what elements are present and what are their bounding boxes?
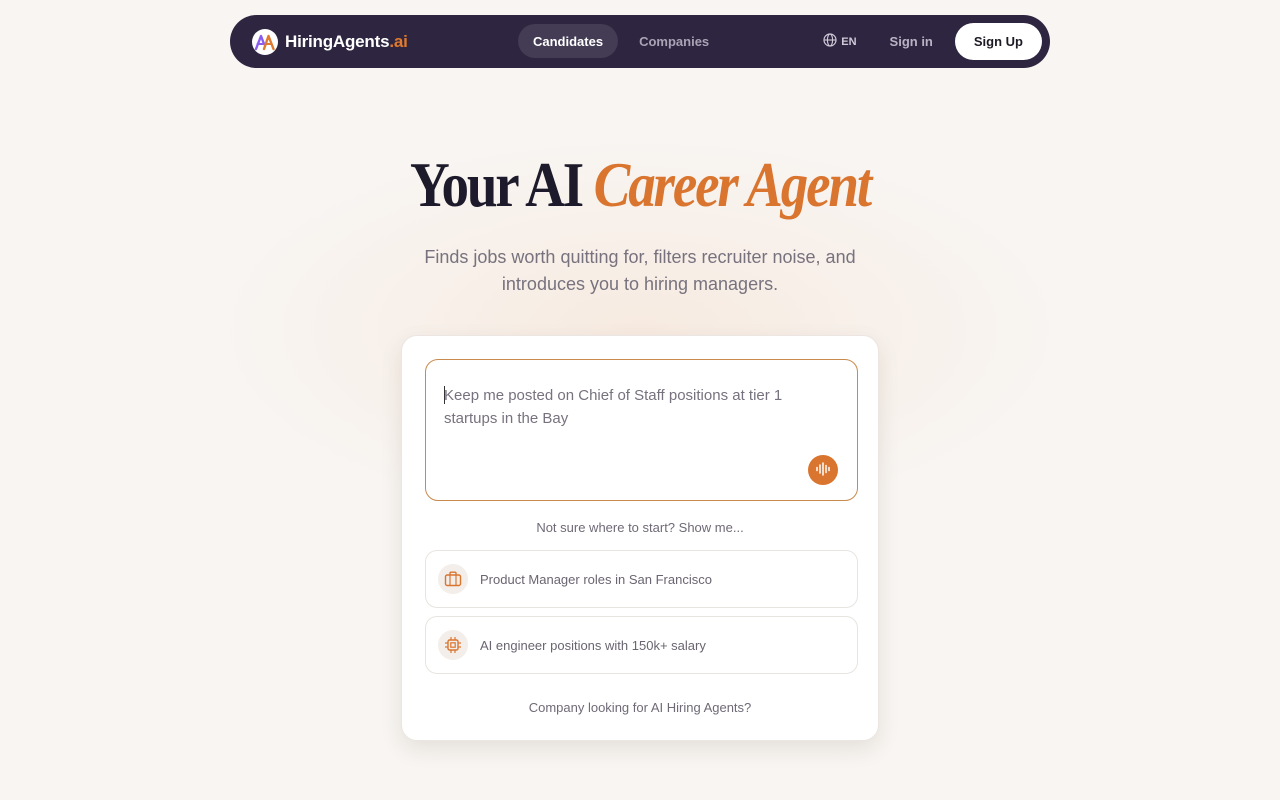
hero-title: Your AI Career Agent	[90, 148, 1191, 222]
hero-title-plain: Your AI	[409, 149, 584, 220]
hero-title-accent: Career Agent	[593, 149, 873, 220]
suggestion-ai-engineer[interactable]: AI engineer positions with 150k+ salary	[425, 616, 858, 674]
company-hiring-link[interactable]: Company looking for AI Hiring Agents?	[402, 700, 878, 715]
language-label: EN	[841, 35, 857, 48]
prompt-placeholder: Keep me posted on Chief of Staff positio…	[444, 387, 783, 427]
suggestion-product-manager[interactable]: Product Manager roles in San Francisco	[425, 550, 858, 608]
chip-icon	[438, 630, 468, 660]
sign-up-button[interactable]: Sign Up	[954, 23, 1042, 60]
globe-icon	[823, 33, 837, 50]
voice-input-button[interactable]	[808, 455, 838, 485]
tab-candidates[interactable]: Candidates	[518, 24, 619, 58]
tab-companies[interactable]: Companies	[624, 24, 724, 58]
ha-logo-icon	[252, 28, 278, 55]
brand-logo-link[interactable]: HiringAgents.ai	[252, 28, 408, 55]
career-prompt-input[interactable]: Keep me posted on Chief of Staff positio…	[425, 359, 858, 501]
top-navbar: HiringAgents.ai Candidates Companies EN …	[230, 15, 1050, 68]
nav-tabs: Candidates Companies	[518, 24, 724, 58]
language-selector[interactable]: EN	[823, 33, 857, 50]
hero-subtitle: Finds jobs worth quitting for, filters r…	[424, 247, 856, 294]
nav-actions: EN Sign in Sign Up	[823, 23, 1042, 60]
helper-text: Not sure where to start? Show me...	[536, 520, 744, 535]
sign-in-link[interactable]: Sign in	[890, 34, 933, 49]
waveform-icon	[815, 461, 831, 479]
briefcase-icon	[438, 564, 468, 594]
brand-name: HiringAgents.ai	[285, 31, 408, 51]
suggestion-label: AI engineer positions with 150k+ salary	[480, 637, 706, 653]
search-card: Keep me posted on Chief of Staff positio…	[401, 335, 879, 741]
suggestion-label: Product Manager roles in San Francisco	[480, 571, 712, 587]
